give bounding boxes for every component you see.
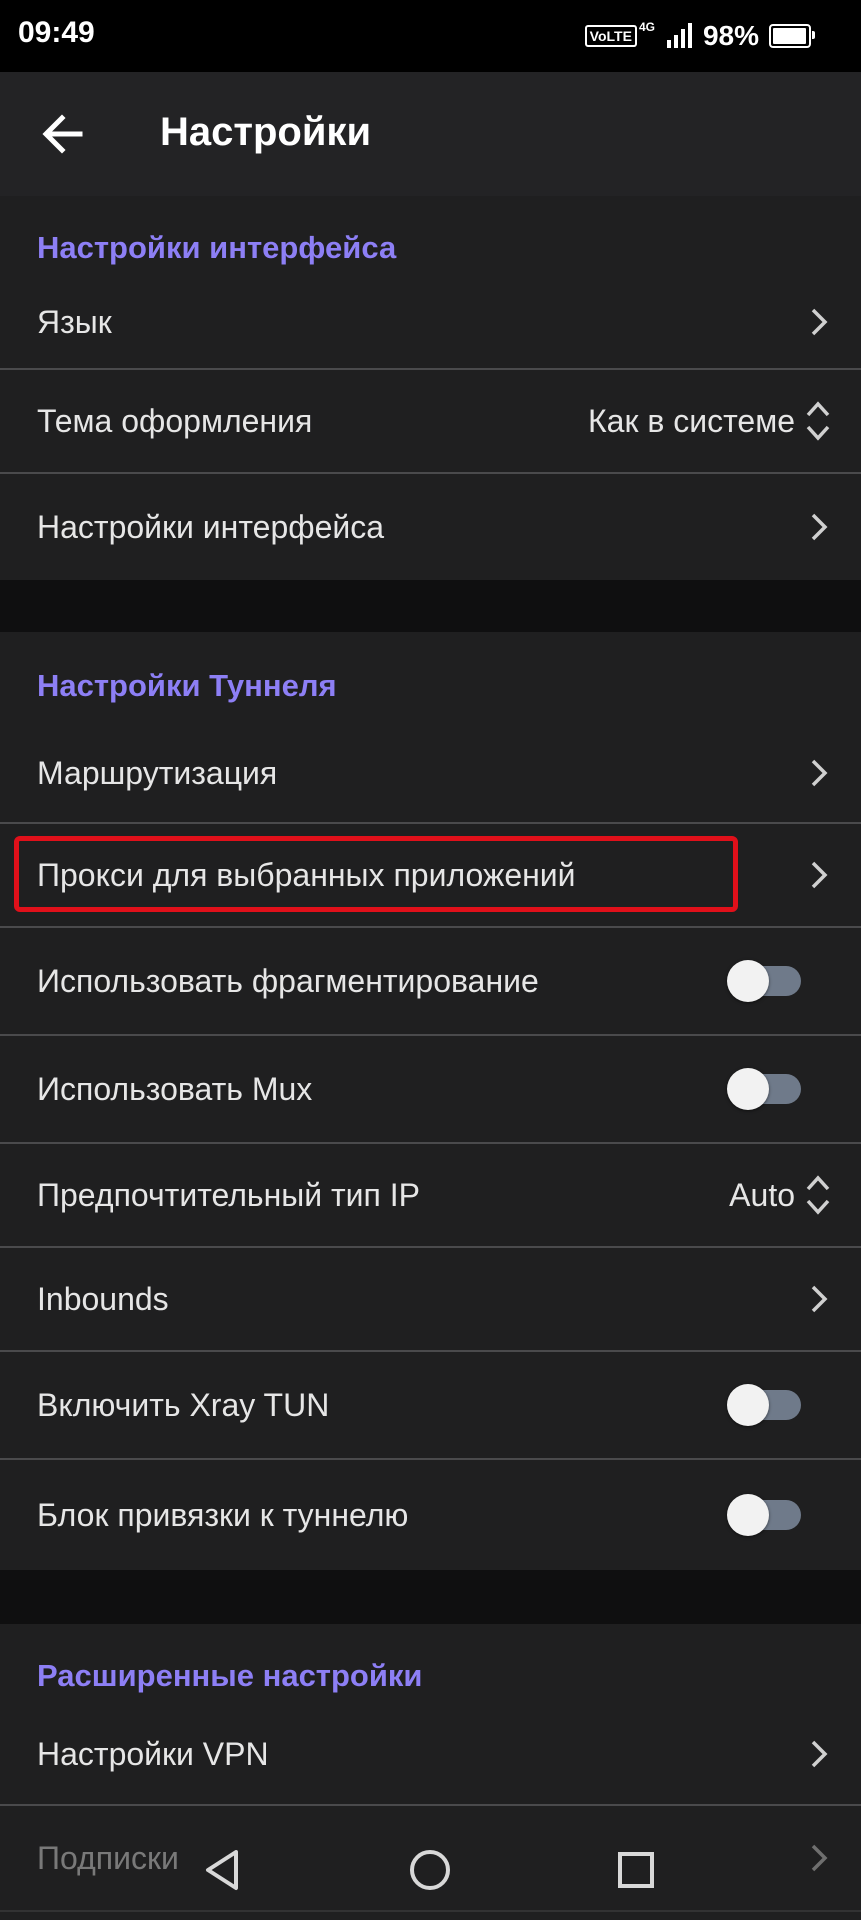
chevron-right-icon — [811, 1285, 828, 1313]
select-value: Auto — [729, 1176, 795, 1213]
ip-type-select[interactable]: Auto — [729, 1173, 831, 1217]
row-label: Тема оформления — [37, 402, 313, 439]
battery-icon — [769, 24, 815, 48]
row-ip-type[interactable]: Предпочтительный тип IP Auto — [0, 1144, 861, 1248]
system-nav-bar — [0, 1810, 861, 1920]
chevron-up-down-icon — [806, 401, 830, 441]
mux-switch[interactable] — [727, 1068, 801, 1110]
row-label: Настройки VPN — [37, 1735, 269, 1772]
battery-fill — [773, 28, 807, 44]
row-label: Язык — [37, 303, 112, 340]
row-label: Прокси для выбранных приложений — [37, 856, 576, 893]
chevron-right-icon — [811, 861, 828, 889]
row-mux[interactable]: Использовать Mux — [0, 1036, 861, 1144]
select-value: Как в системе — [588, 402, 795, 439]
section-interface: Настройки интерфейса Язык Тема оформлени… — [0, 196, 861, 580]
fragment-switch[interactable] — [727, 960, 801, 1002]
section-title: Настройки интерфейса — [37, 230, 397, 265]
section-title: Настройки Туннеля — [37, 668, 337, 703]
row-label: Inbounds — [37, 1280, 169, 1317]
tunnel-bind-switch[interactable] — [727, 1494, 801, 1536]
row-per-app-proxy[interactable]: Прокси для выбранных приложений — [0, 824, 861, 928]
network-type: 4G — [638, 20, 655, 34]
switch-thumb — [727, 1494, 769, 1536]
row-vpn-settings[interactable]: Настройки VPN — [0, 1704, 861, 1806]
chevron-right-icon — [811, 308, 828, 336]
circle-home-icon[interactable] — [402, 1842, 458, 1898]
back-button[interactable] — [36, 106, 92, 162]
row-label: Использовать Mux — [37, 1070, 313, 1107]
section-title: Расширенные настройки — [37, 1658, 423, 1693]
row-label: Использовать фрагментирование — [37, 962, 539, 999]
signal-icon — [666, 23, 692, 48]
xray-tun-switch[interactable] — [727, 1384, 801, 1426]
row-label: Предпочтительный тип IP — [37, 1176, 420, 1213]
triangle-back-icon[interactable] — [196, 1842, 252, 1898]
switch-thumb — [727, 1384, 769, 1426]
section-tunnel: Настройки Туннеля Маршрутизация Прокси д… — [0, 632, 861, 1570]
row-language[interactable]: Язык — [0, 276, 861, 370]
square-recents-icon[interactable] — [608, 1842, 664, 1898]
switch-thumb — [727, 1068, 769, 1110]
row-label: Маршрутизация — [37, 754, 278, 791]
row-tunnel-bind[interactable]: Блок привязки к туннелю — [0, 1460, 861, 1570]
row-label: Включить Xray TUN — [37, 1386, 330, 1423]
app-bar: Настройки — [0, 72, 861, 196]
chevron-right-icon — [811, 759, 828, 787]
volte-icon: VoLTE — [584, 25, 637, 47]
row-theme[interactable]: Тема оформления Как в системе — [0, 370, 861, 474]
battery-percent: 98% — [702, 20, 759, 51]
chevron-up-down-icon — [806, 1175, 830, 1215]
row-xray-tun[interactable]: Включить Xray TUN — [0, 1352, 861, 1460]
status-time: 09:49 — [18, 16, 95, 49]
switch-thumb — [727, 960, 769, 1002]
row-interface-settings[interactable]: Настройки интерфейса — [0, 474, 861, 580]
page-title: Настройки — [160, 110, 372, 154]
status-icons: VoLTE 4G 98% — [584, 18, 815, 54]
chevron-right-icon — [811, 1740, 828, 1768]
status-bar: 09:49 VoLTE 4G 98% — [0, 0, 861, 72]
row-inbounds[interactable]: Inbounds — [0, 1248, 861, 1352]
chevron-right-icon — [811, 513, 828, 541]
row-label: Блок привязки к туннелю — [37, 1496, 409, 1533]
theme-select[interactable]: Как в системе — [588, 399, 831, 443]
row-fragment[interactable]: Использовать фрагментирование — [0, 928, 861, 1036]
arrow-left-icon — [42, 114, 83, 154]
row-label: Настройки интерфейса — [37, 508, 385, 545]
row-routing[interactable]: Маршрутизация — [0, 724, 861, 824]
